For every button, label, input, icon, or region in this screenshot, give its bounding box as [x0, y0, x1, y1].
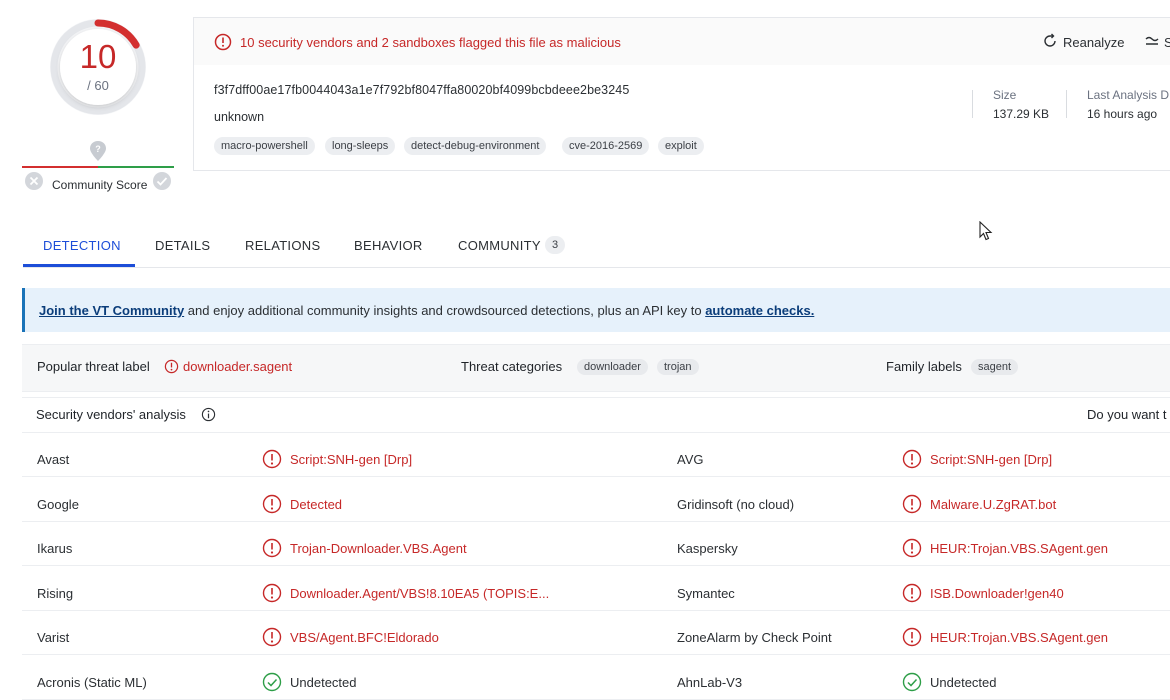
vendor-name: ZoneAlarm by Check Point: [677, 630, 832, 646]
tabs-divider: [23, 267, 1170, 268]
undetected-check-icon: [262, 672, 282, 692]
detected-alert-icon: [902, 494, 922, 514]
detected-alert-icon: [262, 538, 282, 558]
malicious-alert-text: 10 security vendors and 2 sandboxes flag…: [240, 35, 621, 50]
undetected-check-icon: [902, 672, 922, 692]
popular-threat-label: Popular threat label: [37, 359, 150, 374]
vendor-result[interactable]: Detected: [290, 497, 342, 512]
detected-alert-icon: [262, 583, 282, 603]
vendor-name: Varist: [37, 630, 70, 646]
last-analysis-value: 16 hours ago: [1087, 107, 1158, 121]
file-type: unknown: [214, 110, 265, 124]
vendors-header-prompt: Do you want t: [1087, 407, 1167, 422]
info-icon[interactable]: [201, 407, 216, 422]
vendors-header: [22, 397, 1170, 433]
detected-alert-icon: [902, 627, 922, 647]
file-tag[interactable]: macro-powershell: [214, 137, 315, 155]
meta-divider: [1066, 90, 1067, 118]
vendor-name: AVG: [677, 452, 704, 467]
automate-checks-link[interactable]: automate checks.: [705, 303, 814, 318]
alert-icon: [214, 33, 232, 51]
vendor-name: Acronis (Static ML): [37, 675, 147, 690]
location-pin-icon: ?: [90, 141, 106, 161]
tab-community[interactable]: COMMUNITY: [458, 238, 541, 253]
detected-alert-icon: [902, 449, 922, 469]
vendor-name: Symantec: [677, 585, 735, 601]
last-analysis-label: Last Analysis D: [1087, 88, 1170, 102]
detected-alert-icon: [262, 627, 282, 647]
vendor-result[interactable]: Downloader.Agent/VBS!8.10EA5 (TOPIS:E...: [290, 586, 549, 601]
reanalyze-button[interactable]: Reanalyze: [1063, 35, 1124, 50]
mouse-cursor-icon: [979, 221, 993, 241]
tab-relations[interactable]: RELATIONS: [245, 238, 320, 253]
vendor-result[interactable]: HEUR:Trojan.VBS.SAgent.gen: [930, 630, 1108, 645]
table-row: [22, 655, 1170, 700]
community-score-label: Community Score: [52, 178, 148, 192]
threat-categories-label: Threat categories: [461, 359, 563, 374]
vendor-result: Undetected: [290, 675, 357, 690]
vendor-result[interactable]: Script:SNH-gen [Drp]: [290, 452, 412, 467]
tab-detection[interactable]: DETECTION: [43, 238, 121, 253]
vendor-result[interactable]: Script:SNH-gen [Drp]: [930, 452, 1052, 467]
similar-button[interactable]: S: [1164, 35, 1170, 50]
size-label: Size: [993, 88, 1017, 102]
vote-harmless-icon[interactable]: [152, 171, 172, 191]
tab-details[interactable]: DETAILS: [155, 238, 210, 253]
detection-count: 10: [79, 38, 117, 75]
threat-category-pill[interactable]: trojan: [657, 359, 699, 375]
alert-icon: [164, 359, 179, 374]
vendor-name: Gridinsoft (no cloud): [677, 496, 795, 512]
community-count-badge: 3: [545, 236, 565, 254]
family-labels-label: Family labels: [886, 359, 962, 374]
vendor-name: Kaspersky: [677, 541, 738, 557]
reanalyze-icon[interactable]: [1042, 33, 1058, 49]
vendor-result[interactable]: Trojan-Downloader.VBS.Agent: [290, 541, 467, 556]
meta-divider: [972, 90, 973, 118]
detected-alert-icon: [262, 494, 282, 514]
vendor-result: Undetected: [930, 675, 997, 690]
banner-body-text: and enjoy additional community insights …: [184, 303, 706, 318]
popular-threat-value[interactable]: downloader.sagent: [183, 359, 292, 374]
community-banner-text: Join the VT Community and enjoy addition…: [39, 303, 814, 318]
size-value: 137.29 KB: [993, 107, 1050, 121]
vendor-result[interactable]: ISB.Downloader!gen40: [930, 586, 1064, 601]
detection-total: / 60: [87, 78, 109, 93]
file-tag[interactable]: cve-2016-2569: [562, 137, 650, 155]
detected-alert-icon: [902, 583, 922, 603]
detected-alert-icon: [262, 449, 282, 469]
family-label-pill[interactable]: sagent: [971, 359, 1019, 375]
detected-alert-icon: [902, 538, 922, 558]
file-tag[interactable]: exploit: [658, 137, 704, 155]
vendor-result[interactable]: Malware.U.ZgRAT.bot: [930, 497, 1056, 512]
vendor-name: Rising: [37, 585, 74, 601]
file-tag[interactable]: long-sleeps: [325, 137, 396, 155]
vendor-name: Google: [37, 496, 79, 512]
similar-icon[interactable]: [1144, 35, 1162, 49]
join-community-link[interactable]: Join the VT Community: [39, 303, 184, 318]
vendors-title: Security vendors' analysis: [36, 407, 186, 422]
vote-harmful-icon[interactable]: [24, 171, 44, 191]
vendor-result[interactable]: VBS/Agent.BFC!Eldorado: [290, 630, 439, 645]
file-hash: f3f7dff00ae17fb0044043a1e7f792bf8047ffa8…: [214, 83, 630, 97]
svg-text:?: ?: [95, 144, 101, 154]
tab-behavior[interactable]: BEHAVIOR: [354, 238, 423, 253]
vendor-name: Ikarus: [37, 541, 73, 557]
vendor-name: Avast: [37, 452, 70, 467]
file-tag[interactable]: detect-debug-environment: [404, 137, 547, 155]
threat-category-pill[interactable]: downloader: [577, 359, 648, 375]
community-score-bar: [22, 166, 174, 168]
vendor-result[interactable]: HEUR:Trojan.VBS.SAgent.gen: [930, 541, 1108, 556]
vendor-name: AhnLab-V3: [677, 675, 743, 690]
